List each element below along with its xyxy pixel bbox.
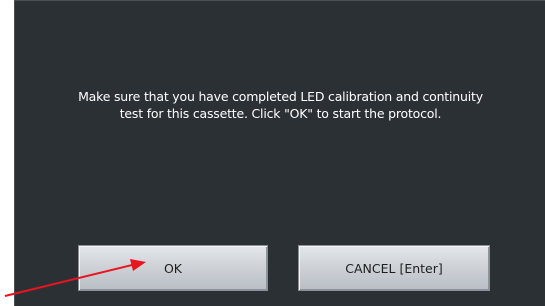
ok-button[interactable]: OK [78,245,268,291]
cancel-button[interactable]: CANCEL [Enter] [298,245,490,291]
message-line-1: Make sure that you have completed LED ca… [78,89,483,104]
dialog-message: Make sure that you have completed LED ca… [15,88,545,122]
confirmation-dialog: Make sure that you have completed LED ca… [14,0,545,306]
message-line-2: test for this cassette. Click "OK" to st… [119,106,442,121]
screenshot: Make sure that you have completed LED ca… [0,0,545,306]
